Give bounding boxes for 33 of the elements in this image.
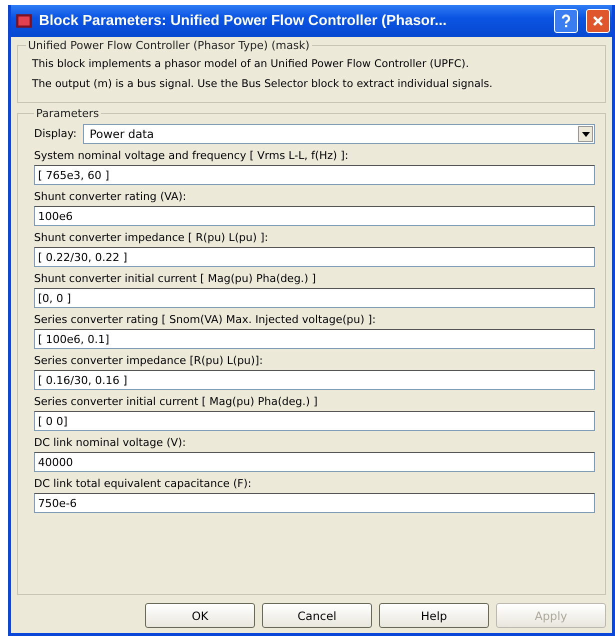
input-field[interactable]: [0, 0 ] xyxy=(34,288,595,308)
field-label: Series converter impedance [R(pu) L(pu)]: xyxy=(34,353,264,369)
dialog-button[interactable]: OK xyxy=(145,603,255,628)
input-field[interactable]: [ 0.22/30, 0.22 ] xyxy=(34,247,595,267)
window-title: Block Parameters: Unified Power Flow Controller (Phasor... xyxy=(39,13,448,29)
close-button[interactable] xyxy=(586,9,610,33)
field-label: Series converter rating [ Snom(VA) Max. Injected voltage(pu) ]: xyxy=(34,312,377,328)
description-text: The output (m) is a bus signal. Use the Bus Selector block to extract individual signals. xyxy=(32,78,494,90)
group-title: Parameters xyxy=(35,107,100,120)
input-field[interactable]: [ 0 0] xyxy=(34,411,595,431)
description-text: This block implements a phasor model of an Unified Power Flow Controller (UPFC). xyxy=(32,58,470,70)
field-label: Series converter initial current [ Mag(pu) Pha(deg.) ] xyxy=(34,394,319,410)
display-dropdown[interactable]: Power data xyxy=(82,124,595,144)
field-label: System nominal voltage and frequency [ Vrms L-L, f(Hz) ]: xyxy=(34,148,350,164)
display-label: Display: xyxy=(34,126,77,142)
input-field[interactable]: 40000 xyxy=(34,452,595,472)
help-icon[interactable] xyxy=(561,14,571,28)
input-field[interactable]: [ 100e6, 0.1] xyxy=(34,329,595,349)
field-label: Shunt converter rating (VA): xyxy=(34,189,188,205)
group-title: Unified Power Flow Controller (Phasor Type) (mask) xyxy=(27,39,311,52)
field-label: DC link nominal voltage (V): xyxy=(34,435,187,451)
dialog-button[interactable]: Help xyxy=(379,603,489,628)
field-label: DC link total equivalent capacitance (F): xyxy=(34,476,252,492)
field-label: Shunt converter initial current [ Mag(pu) Pha(deg.) ] xyxy=(34,271,317,287)
close-icon[interactable] xyxy=(592,15,604,27)
block-icon xyxy=(15,12,33,30)
dialog-button[interactable]: Cancel xyxy=(262,603,372,628)
input-field[interactable]: 750e-6 xyxy=(34,493,595,513)
field-label: Shunt converter impedance [ R(pu) L(pu) ]: xyxy=(34,230,270,246)
input-field[interactable]: [ 0.16/30, 0.16 ] xyxy=(34,370,595,390)
input-field[interactable]: [ 765e3, 60 ] xyxy=(34,165,595,185)
input-field[interactable]: 100e6 xyxy=(34,206,595,226)
help-button[interactable] xyxy=(554,9,578,33)
